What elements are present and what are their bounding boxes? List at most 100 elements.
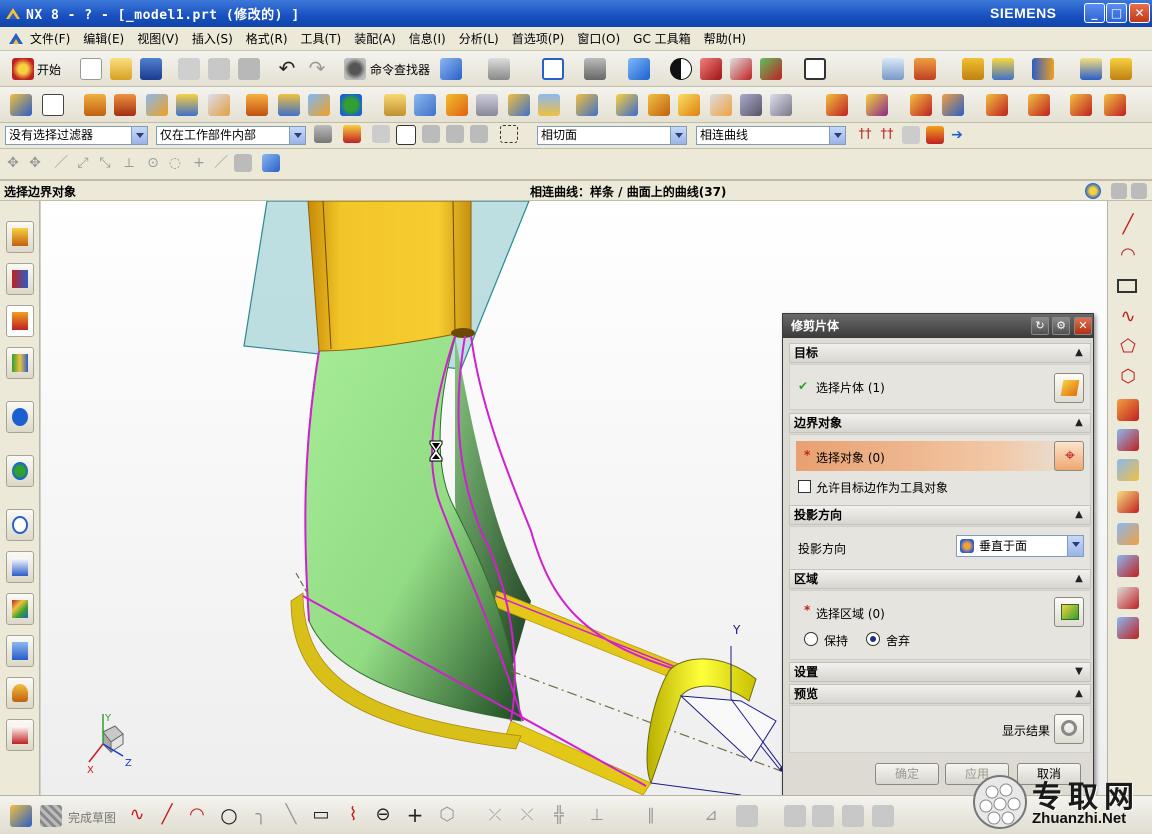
select-edge-icon[interactable]: [470, 125, 488, 143]
sketch-arc-icon[interactable]: ◠: [186, 805, 208, 827]
offset-sketch-icon[interactable]: ⬡: [436, 805, 458, 827]
selection-filter-icon[interactable]: [440, 58, 462, 80]
intersection-curve-icon[interactable]: [1117, 429, 1139, 451]
extrude-icon[interactable]: [84, 94, 106, 116]
menu-format[interactable]: 格式(R): [246, 30, 288, 47]
section-cube-icon[interactable]: [730, 58, 752, 80]
chamfer-sketch-icon[interactable]: ╲: [280, 805, 302, 827]
snap-icon[interactable]: [962, 58, 984, 80]
arc-icon[interactable]: ◠: [1117, 245, 1139, 267]
hole-icon[interactable]: [176, 94, 198, 116]
n-sided-icon[interactable]: [740, 94, 762, 116]
follow-fillet-icon[interactable]: ††: [878, 126, 896, 144]
select-sheet-button[interactable]: [1054, 373, 1084, 403]
undo-icon[interactable]: ↶: [276, 58, 298, 80]
trim-body-icon[interactable]: [308, 94, 330, 116]
section-curve-icon[interactable]: [1117, 459, 1139, 481]
wrap-curve-icon[interactable]: [1117, 555, 1139, 577]
draft-icon[interactable]: [414, 94, 436, 116]
toggle-resource-bar-icon[interactable]: [1131, 183, 1147, 199]
trim-sheet-icon[interactable]: [826, 94, 848, 116]
reset-icon[interactable]: ↻: [1031, 317, 1049, 335]
sketch-icon[interactable]: [10, 94, 32, 116]
alternate-solution-icon[interactable]: [812, 805, 834, 827]
target-section-header[interactable]: 目标 ▲: [789, 343, 1091, 363]
constraints-icon[interactable]: ⊥: [586, 805, 608, 827]
extract-icon[interactable]: [616, 94, 638, 116]
path-icon[interactable]: [926, 126, 944, 144]
information-icon[interactable]: [488, 58, 510, 80]
studio-spline-icon[interactable]: ⌇: [342, 805, 364, 827]
rectangle-select-icon[interactable]: [500, 125, 518, 143]
patch-icon[interactable]: [986, 94, 1008, 116]
menu-edit[interactable]: 编辑(E): [83, 30, 124, 47]
roles-tab[interactable]: [6, 677, 34, 709]
arrow-right-icon[interactable]: ➔: [948, 126, 966, 144]
fillet-icon[interactable]: ╮: [250, 805, 272, 827]
menu-information[interactable]: 信息(I): [409, 30, 446, 47]
hd3d-tools-tab[interactable]: [6, 401, 34, 433]
quick-trim-icon[interactable]: ⤫: [484, 805, 506, 827]
select-body-icon[interactable]: [422, 125, 440, 143]
snap-center-icon[interactable]: ⊙: [144, 154, 162, 172]
shaded-view-icon[interactable]: [628, 58, 650, 80]
ellipse-icon[interactable]: ⊖: [372, 805, 394, 827]
select-region-label[interactable]: 选择区域 (0): [816, 605, 885, 622]
navigate-icon[interactable]: [1032, 58, 1054, 80]
copy-icon[interactable]: [208, 58, 230, 80]
snap-arc-icon[interactable]: ⟂: [120, 154, 138, 172]
select-object-label[interactable]: 选择对象 (0): [816, 449, 885, 466]
settings-gear-icon[interactable]: ⚙: [1052, 317, 1070, 335]
general-selection-icon[interactable]: [314, 125, 332, 143]
shell-icon[interactable]: [384, 94, 406, 116]
edge-blend-icon[interactable]: [446, 94, 468, 116]
unite-icon[interactable]: [278, 94, 300, 116]
start-icon[interactable]: [12, 58, 34, 80]
delete-edge-icon[interactable]: [1104, 94, 1126, 116]
menu-assemblies[interactable]: 装配(A): [354, 30, 396, 47]
projection-section-header[interactable]: 投影方向 ▲: [789, 505, 1091, 525]
snap-on-face-icon[interactable]: [234, 154, 252, 172]
divide-face-icon[interactable]: [910, 94, 932, 116]
menu-help[interactable]: 帮助(H): [704, 30, 746, 47]
sketch-task-icon[interactable]: [10, 805, 32, 827]
open-folder-icon[interactable]: [110, 58, 132, 80]
menu-view[interactable]: 视图(V): [137, 30, 179, 47]
sew-icon[interactable]: [576, 94, 598, 116]
convert-reference-icon[interactable]: [784, 805, 806, 827]
circle-icon[interactable]: ○: [218, 805, 240, 827]
full-screen-icon[interactable]: [1111, 183, 1127, 199]
discard-radio[interactable]: [866, 632, 880, 646]
snap-body-icon[interactable]: [262, 154, 280, 172]
settings-section-header[interactable]: 设置 ▼: [789, 662, 1091, 682]
select-object-button[interactable]: ⌖: [1054, 441, 1084, 471]
chamfer-icon[interactable]: [476, 94, 498, 116]
keep-radio[interactable]: [804, 632, 818, 646]
curve-rule-select[interactable]: 相连曲线: [696, 126, 846, 145]
ok-button[interactable]: 确定: [875, 763, 939, 785]
snap-mid-icon[interactable]: ／: [52, 154, 70, 172]
datum-plane-icon[interactable]: [42, 94, 64, 116]
select-sheet-label[interactable]: 选择片体 (1): [816, 379, 885, 396]
close-button[interactable]: ✕: [1129, 3, 1150, 23]
snap-point-icon[interactable]: [343, 125, 361, 143]
web-browser-tab[interactable]: [6, 455, 34, 487]
manufacturing-wizards-tab[interactable]: [6, 635, 34, 667]
undo-select-icon[interactable]: [372, 125, 390, 143]
project-curve-icon[interactable]: [1117, 491, 1139, 513]
thicken-icon[interactable]: [538, 94, 560, 116]
snap-on-curve-icon[interactable]: ／: [212, 154, 230, 172]
create-inferred-icon[interactable]: [872, 805, 894, 827]
make-corner-icon[interactable]: ╬: [548, 805, 570, 827]
menu-preferences[interactable]: 首选项(P): [512, 30, 565, 47]
type-filter-select[interactable]: 没有选择过滤器: [5, 126, 148, 145]
projection-direction-select[interactable]: 垂直于面: [956, 535, 1084, 557]
finish-sketch-label[interactable]: 完成草图: [68, 809, 116, 826]
sketch-rectangle-icon[interactable]: ▭: [310, 805, 332, 827]
display-mode-icon[interactable]: [670, 58, 692, 80]
layer-icon[interactable]: [882, 58, 904, 80]
auto-constrain-icon[interactable]: ⊿: [700, 805, 722, 827]
new-file-icon[interactable]: [80, 58, 102, 80]
join-face-icon[interactable]: [942, 94, 964, 116]
constraint-navigator-tab[interactable]: [6, 263, 34, 295]
